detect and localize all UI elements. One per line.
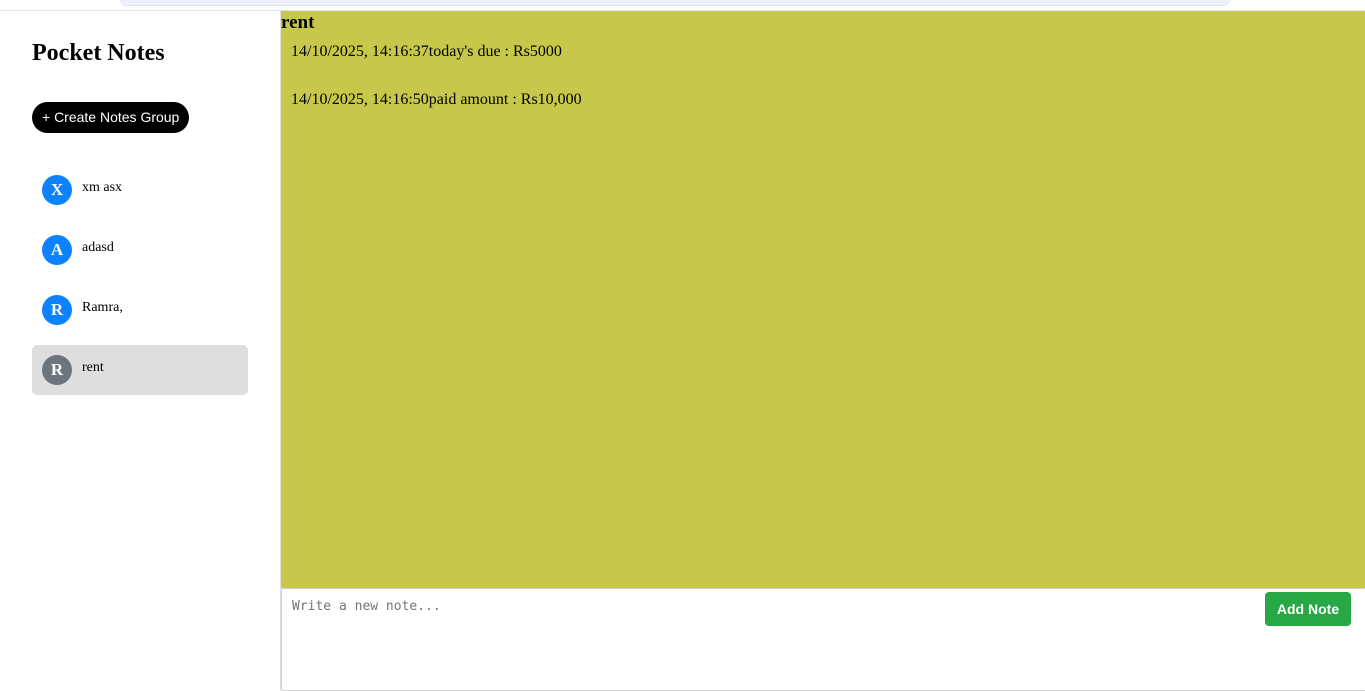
- group-list: X xm asx A adasd R Ramra, R rent: [32, 165, 248, 405]
- group-name: adasd: [82, 240, 114, 255]
- note-composer: Add Note: [281, 588, 1365, 691]
- group-avatar: A: [42, 235, 72, 265]
- notes-area: rent 14/10/2025, 14:16:37today's due : R…: [281, 11, 1365, 588]
- group-avatar: X: [42, 175, 72, 205]
- group-name: xm asx: [82, 180, 123, 195]
- group-avatar: R: [42, 355, 72, 385]
- pocket-notes-app: Pocket Notes + Create Notes Group X xm a…: [0, 11, 1365, 691]
- address-bar-edge[interactable]: [120, 0, 1230, 6]
- group-name: rent: [82, 360, 104, 375]
- notes-panel: rent 14/10/2025, 14:16:37today's due : R…: [281, 11, 1365, 691]
- group-avatar: R: [42, 295, 72, 325]
- group-item-rent[interactable]: R rent: [32, 345, 248, 395]
- note-list: 14/10/2025, 14:16:37today's due : Rs5000…: [291, 42, 582, 138]
- create-notes-group-button[interactable]: + Create Notes Group: [32, 102, 190, 133]
- group-item-ramra[interactable]: R Ramra,: [32, 285, 248, 335]
- app-title: Pocket Notes: [32, 40, 165, 66]
- note-item: 14/10/2025, 14:16:37today's due : Rs5000: [291, 43, 562, 60]
- add-note-button[interactable]: Add Note: [1265, 592, 1351, 626]
- sidebar: Pocket Notes + Create Notes Group X xm a…: [0, 11, 281, 691]
- group-name: Ramra,: [82, 300, 123, 315]
- note-item: 14/10/2025, 14:16:50paid amount : Rs10,0…: [291, 91, 582, 108]
- group-item-xm-asx[interactable]: X xm asx: [32, 165, 248, 215]
- group-item-adasd[interactable]: A adasd: [32, 225, 248, 275]
- new-note-input[interactable]: [282, 589, 1242, 684]
- browser-top-strip: [0, 0, 1365, 11]
- active-group-title: rent: [281, 12, 315, 33]
